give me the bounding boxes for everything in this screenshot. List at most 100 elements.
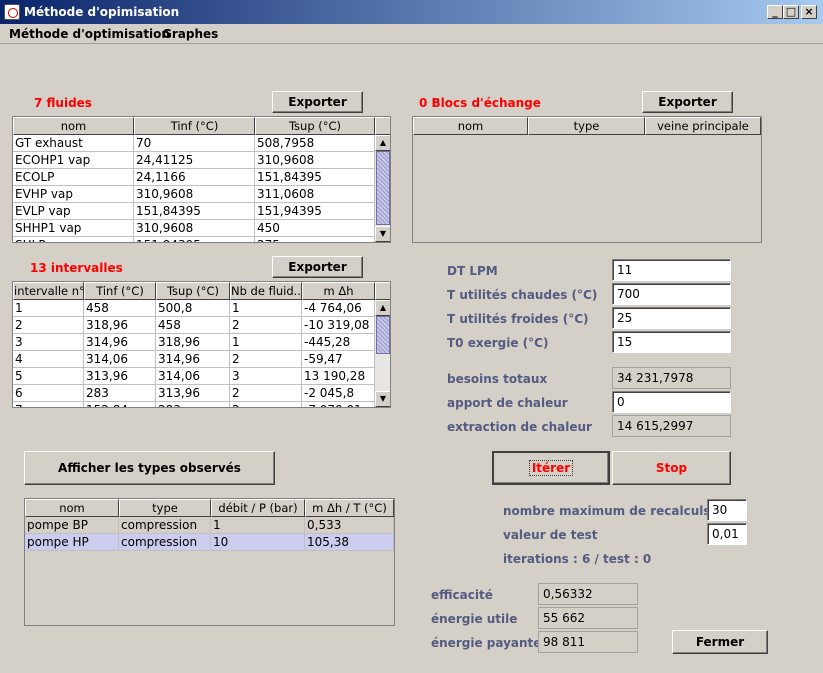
table-cell[interactable]: 314,06 xyxy=(156,368,230,385)
test-value-field[interactable]: 0,01 xyxy=(707,523,747,545)
column-header[interactable]: type xyxy=(119,499,211,517)
intervals-scrollbar[interactable]: ▲ ▼ xyxy=(374,300,390,407)
intervals-table[interactable]: intervalle n° Tinf (°C) Tsup (°C) Nb de … xyxy=(12,281,391,408)
column-header[interactable]: nom xyxy=(413,117,528,135)
table-cell[interactable]: 1 xyxy=(230,300,302,317)
table-cell[interactable]: 152,84 xyxy=(84,402,156,407)
table-cell[interactable]: 10 xyxy=(211,534,305,551)
blocs-table[interactable]: nom type veine principale xyxy=(412,116,762,243)
table-cell[interactable]: compression xyxy=(119,517,211,534)
table-cell[interactable]: SHHP1 vap xyxy=(13,220,134,237)
table-cell[interactable]: 450 xyxy=(255,220,375,237)
table-cell[interactable]: 2 xyxy=(230,351,302,368)
column-header[interactable]: veine principale xyxy=(645,117,761,135)
window-title-bar[interactable]: Méthode d'opimisation _ □ × xyxy=(0,0,823,24)
table-cell[interactable]: ECOLP xyxy=(13,169,134,186)
table-cell[interactable]: 283 xyxy=(84,385,156,402)
table-cell[interactable]: 151,94395 xyxy=(134,237,255,242)
maximize-button[interactable]: □ xyxy=(783,5,799,19)
table-cell[interactable]: 1 xyxy=(230,334,302,351)
table-cell[interactable]: 105,38 xyxy=(305,534,394,551)
column-header[interactable]: Tsup (°C) xyxy=(255,117,375,135)
fluids-scrollbar[interactable]: ▲ ▼ xyxy=(374,135,390,242)
fluids-table[interactable]: nom Tinf (°C) Tsup (°C) GT exhaust 70 508,… xyxy=(12,116,391,243)
table-cell[interactable]: compression xyxy=(119,534,211,551)
table-cell[interactable]: 3 xyxy=(13,334,84,351)
table-cell[interactable]: -445,28 xyxy=(302,334,375,351)
table-cell[interactable]: 500,8 xyxy=(156,300,230,317)
column-header[interactable]: débit / P (bar) xyxy=(211,499,305,517)
table-cell[interactable]: 458 xyxy=(84,300,156,317)
scroll-thumb[interactable] xyxy=(376,316,390,354)
table-cell[interactable]: 24,41125 xyxy=(134,152,255,169)
table-cell[interactable]: GT exhaust xyxy=(13,135,134,152)
table-cell[interactable]: 4 xyxy=(13,351,84,368)
table-cell[interactable]: EVHP vap xyxy=(13,186,134,203)
t0-exergy-field[interactable]: 15 xyxy=(612,331,731,353)
column-header[interactable]: nom xyxy=(13,117,134,135)
afficher-types-button[interactable]: Afficher les types observés xyxy=(24,451,275,485)
table-cell[interactable]: 1 xyxy=(13,300,84,317)
t-hot-utilities-field[interactable]: 700 xyxy=(612,283,731,305)
table-cell[interactable]: -4 764,06 xyxy=(302,300,375,317)
table-cell[interactable]: 24,1166 xyxy=(134,169,255,186)
table-cell[interactable]: 2 xyxy=(230,385,302,402)
column-header[interactable]: Tinf (°C) xyxy=(84,282,156,300)
table-cell[interactable]: 0,533 xyxy=(305,517,394,534)
table-cell[interactable]: 314,96 xyxy=(156,351,230,368)
table-cell[interactable]: 1 xyxy=(211,517,305,534)
column-header[interactable]: m Δh xyxy=(302,282,375,300)
table-cell[interactable]: 313,96 xyxy=(84,368,156,385)
table-cell[interactable]: 508,7958 xyxy=(255,135,375,152)
table-cell[interactable]: 3 xyxy=(230,368,302,385)
table-cell[interactable]: 5 xyxy=(13,368,84,385)
menu-methode[interactable]: Méthode d'optimisation xyxy=(9,27,170,41)
scroll-up-icon[interactable]: ▲ xyxy=(375,300,390,316)
table-cell[interactable]: ECOHP1 vap xyxy=(13,152,134,169)
table-cell[interactable]: 151,84395 xyxy=(255,169,375,186)
export-fluids-button[interactable]: Exporter xyxy=(272,91,363,113)
table-cell[interactable]: -59,47 xyxy=(302,351,375,368)
table-cell[interactable]: 151,84395 xyxy=(134,203,255,220)
table-cell[interactable]: 2 xyxy=(230,317,302,334)
table-cell[interactable]: pompe HP xyxy=(25,534,119,551)
table-cell[interactable]: 151,94395 xyxy=(255,203,375,220)
scroll-thumb[interactable] xyxy=(376,151,390,225)
table-cell[interactable]: 310,9608 xyxy=(255,152,375,169)
column-header[interactable]: Tsup (°C) xyxy=(156,282,230,300)
close-button[interactable]: × xyxy=(801,5,817,19)
table-cell[interactable]: 7 xyxy=(13,402,84,407)
scroll-down-icon[interactable]: ▼ xyxy=(375,391,390,407)
t-cold-utilities-field[interactable]: 25 xyxy=(612,307,731,329)
menu-graphes[interactable]: Graphes xyxy=(162,27,218,41)
column-header[interactable]: nom xyxy=(25,499,119,517)
table-cell[interactable]: 13 190,28 xyxy=(302,368,375,385)
column-header[interactable]: Nb de fluid... xyxy=(230,282,302,300)
table-cell[interactable]: 275 xyxy=(255,237,375,242)
iterer-button[interactable]: Itérer xyxy=(492,451,610,485)
table-cell[interactable]: -2 045,8 xyxy=(302,385,375,402)
table-cell[interactable]: 318,96 xyxy=(156,334,230,351)
fermer-button[interactable]: Fermer xyxy=(672,630,768,654)
table-cell[interactable]: SHLP xyxy=(13,237,134,242)
table-cell[interactable]: 6 xyxy=(13,385,84,402)
machines-table[interactable]: nom type débit / P (bar) m Δh / T (°C) p… xyxy=(24,498,395,626)
table-cell[interactable]: 458 xyxy=(156,317,230,334)
column-header[interactable]: m Δh / T (°C) xyxy=(305,499,394,517)
apport-field[interactable]: 0 xyxy=(612,391,731,413)
dt-lpm-field[interactable]: 11 xyxy=(612,259,731,281)
table-cell[interactable]: 283 xyxy=(156,402,230,407)
column-header[interactable]: intervalle n° xyxy=(13,282,84,300)
stop-button[interactable]: Stop xyxy=(612,451,731,485)
table-cell[interactable]: 310,9608 xyxy=(134,186,255,203)
table-cell[interactable]: 311,0608 xyxy=(255,186,375,203)
scroll-up-icon[interactable]: ▲ xyxy=(375,135,390,151)
table-cell[interactable]: 318,96 xyxy=(84,317,156,334)
export-intervals-button[interactable]: Exporter xyxy=(272,256,363,278)
column-header[interactable]: Tinf (°C) xyxy=(134,117,255,135)
table-cell[interactable]: 314,96 xyxy=(84,334,156,351)
scroll-down-icon[interactable]: ▼ xyxy=(375,226,390,242)
table-cell[interactable]: pompe BP xyxy=(25,517,119,534)
table-cell[interactable]: 70 xyxy=(134,135,255,152)
table-cell[interactable]: 314,06 xyxy=(84,351,156,368)
